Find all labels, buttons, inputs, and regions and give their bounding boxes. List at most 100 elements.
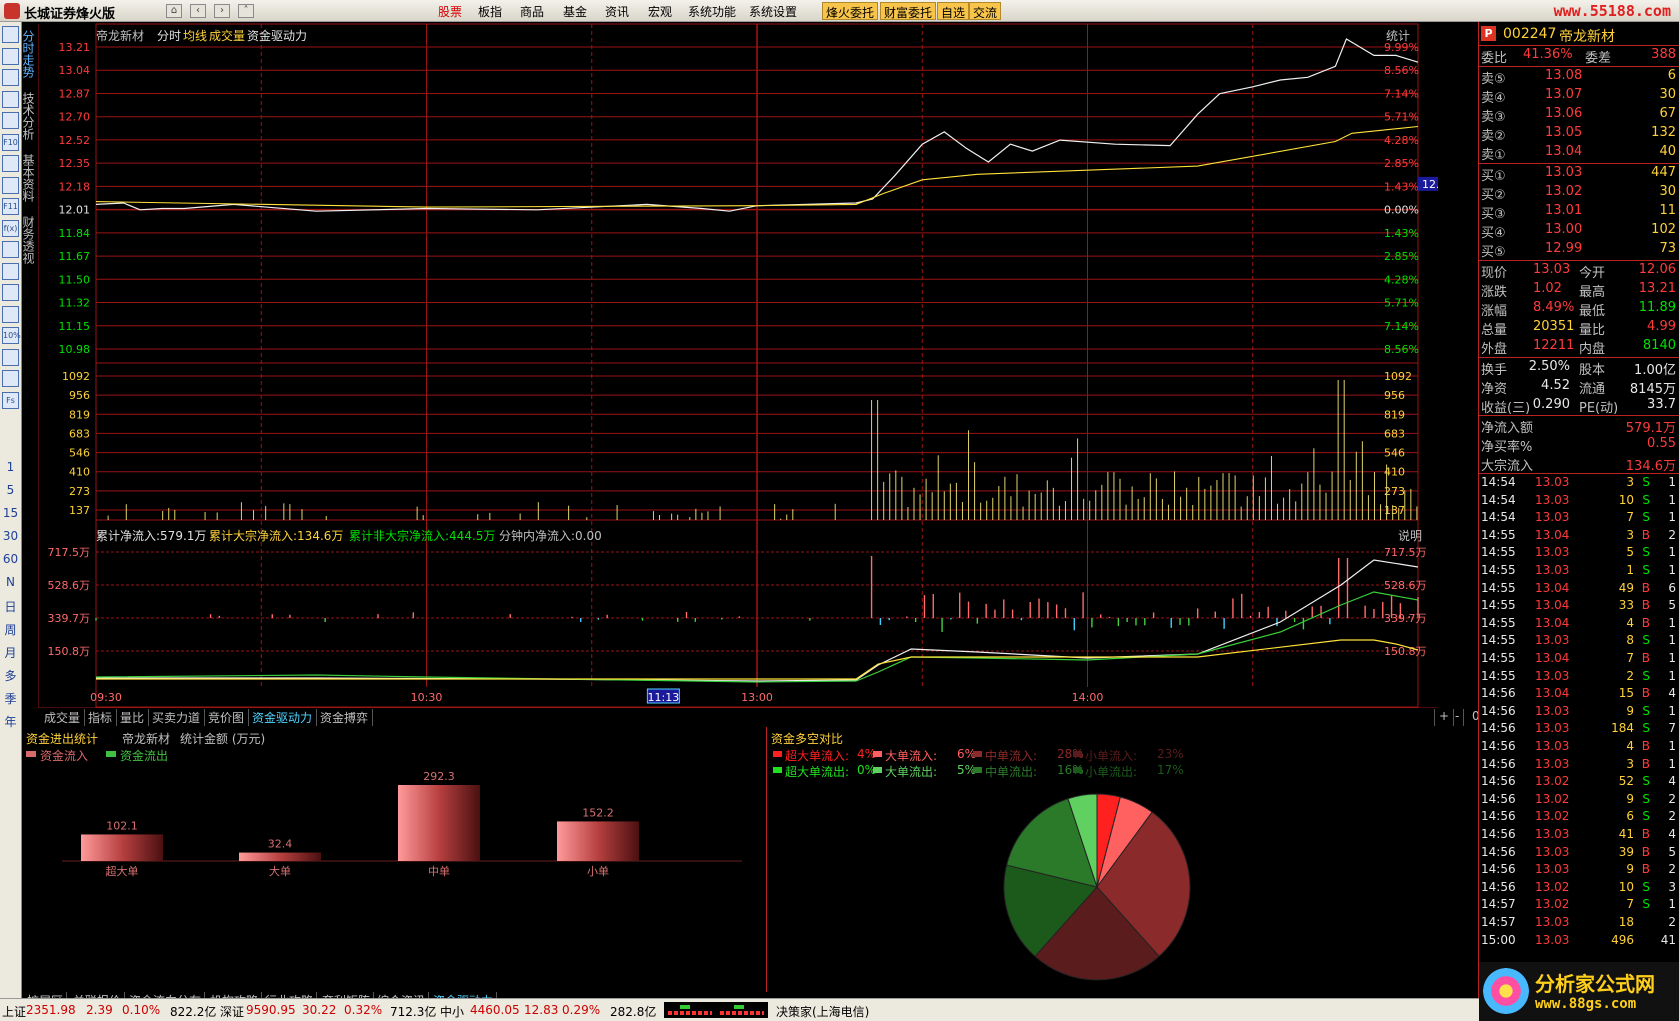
bid-price: 13.03 <box>1545 165 1583 180</box>
pie-legend-label: 小单流入: <box>1085 749 1138 763</box>
table-icon[interactable] <box>2 112 19 129</box>
up-icon[interactable]: ˄ <box>238 4 254 18</box>
flow-label: 大宗流入 <box>1481 459 1534 474</box>
back-icon[interactable]: ‹ <box>190 4 206 18</box>
fenghuo-order-button[interactable]: 烽火委托 <box>822 2 879 20</box>
compare-icon[interactable] <box>2 284 19 301</box>
tab-technical[interactable]: 技术分析 <box>21 92 37 140</box>
stat-label: 股本 <box>1579 363 1606 378</box>
tab-volume[interactable]: 成交量 <box>40 709 86 726</box>
menu-news[interactable]: 资讯 <box>605 3 629 20</box>
tick-count: 1 <box>1668 492 1676 507</box>
tick-price: 13.03 <box>1535 492 1570 507</box>
tab-buy-sell-force[interactable]: 买卖力道 <box>148 709 206 726</box>
vol-tick: 273 <box>1384 485 1405 498</box>
tab-fundamentals[interactable]: 基本资料 <box>21 154 37 202</box>
tab-volume-ratio[interactable]: 量比 <box>116 709 150 726</box>
menu-macro[interactable]: 宏观 <box>648 3 672 20</box>
bar-value-label: 152.2 <box>582 806 614 819</box>
intraday-chart-area: 13.21 9.99% 13.04 8.56% 12.87 7.14% 12.70 5.71%… <box>37 22 1460 722</box>
grid-icon[interactable] <box>2 47 19 65</box>
pen-icon[interactable] <box>2 370 19 387</box>
price-tick: 13.21 <box>59 41 91 54</box>
tick-time: 14:54 <box>1481 510 1516 525</box>
tick-side: S <box>1642 668 1650 683</box>
tab-auction[interactable]: 竞价图 <box>204 709 250 726</box>
f10-icon[interactable]: F10 <box>2 133 19 151</box>
pie-legend-swatch <box>1073 751 1082 757</box>
bid-row: 买③ 13.01 11 <box>1479 202 1679 222</box>
price-tick: 12.87 <box>59 87 91 100</box>
stat-value: 4.52 <box>1541 378 1570 393</box>
percent-icon[interactable]: 10% <box>2 327 21 344</box>
flow-help-button[interactable]: 说明 <box>1398 527 1422 544</box>
exchange-button[interactable]: 交流 <box>969 2 1002 20</box>
vol-tick: 1092 <box>1384 370 1412 383</box>
fx-icon[interactable]: f(x) <box>2 219 19 237</box>
price-tick: 12.35 <box>59 157 91 170</box>
period-button[interactable]: 周 <box>0 621 21 638</box>
menu-system-functions[interactable]: 系统功能 <box>688 3 736 20</box>
menu-stock[interactable]: 股票 <box>438 3 462 20</box>
menu-fund[interactable]: 基金 <box>563 3 587 20</box>
period-button[interactable]: 月 <box>0 644 21 661</box>
chart-stat-button[interactable]: 统计 <box>1386 27 1410 44</box>
zx-index[interactable]: 4460.05 <box>470 1003 520 1017</box>
tick-time: 14:55 <box>1481 668 1516 683</box>
menu-system-settings[interactable]: 系统设置 <box>749 3 797 20</box>
vol-tick: 819 <box>69 408 90 421</box>
bid-volume: 102 <box>1651 222 1676 237</box>
chart-stock-name: 帝龙新材 <box>96 29 145 43</box>
period-button[interactable]: 1 <box>0 460 21 474</box>
period-button[interactable]: 日 <box>0 598 21 615</box>
plus-icon[interactable] <box>2 348 19 366</box>
sh-index[interactable]: 2351.98 <box>26 1003 76 1017</box>
kline-icon[interactable] <box>2 305 19 323</box>
f11-icon[interactable]: F11 <box>2 198 19 215</box>
tick-side: S <box>1642 545 1650 560</box>
sz-index[interactable]: 9590.95 <box>246 1003 296 1017</box>
tick-count: 7 <box>1668 721 1676 736</box>
stock-list-icon[interactable] <box>2 26 19 43</box>
forward-icon[interactable]: › <box>214 4 230 18</box>
tick-price: 13.03 <box>1535 756 1570 771</box>
flow-row: 大宗流入 134.6万 <box>1479 454 1679 474</box>
trend-icon[interactable] <box>2 262 19 280</box>
period-button[interactable]: 季 <box>0 690 21 707</box>
menu-index[interactable]: 板指 <box>478 3 502 20</box>
period-button[interactable]: N <box>0 575 21 589</box>
pie-legend-swatch <box>973 767 982 773</box>
home-icon[interactable]: ⌂ <box>166 4 182 18</box>
tab-capital-driver[interactable]: 资金驱动力 <box>248 709 318 726</box>
period-button[interactable]: 15 <box>0 506 21 520</box>
period-button[interactable]: 5 <box>0 483 21 497</box>
flow-tick: 150.8万 <box>48 645 91 658</box>
line-chart-icon[interactable] <box>2 69 19 86</box>
watchlist-button[interactable]: 自选 <box>937 2 970 20</box>
tick-side: S <box>1642 791 1650 806</box>
tick-volume: 18 <box>1618 915 1634 929</box>
vol-tick: 956 <box>69 389 90 402</box>
tab-indicator[interactable]: 指标 <box>84 709 118 726</box>
stat-label: 最低 <box>1579 304 1606 319</box>
intraday-chart[interactable]: 13.21 9.99%13.04 8.56%12.87 7.14%12.70 5.71%… <box>37 22 1460 709</box>
period-button[interactable]: 30 <box>0 529 21 543</box>
zoom-out-button[interactable]: - <box>1451 709 1465 726</box>
tick-row: 14:54 13.03 3 S 1 <box>1479 474 1679 493</box>
tab-intraday[interactable]: 分时走势 <box>21 30 37 78</box>
menu-commodity[interactable]: 商品 <box>520 3 544 20</box>
tick-row: 14:56 13.03 184 S 7 <box>1479 720 1679 739</box>
caifu-order-button[interactable]: 财富委托 <box>880 2 937 20</box>
tick-count: 1 <box>1668 510 1676 525</box>
search-icon[interactable] <box>2 241 19 258</box>
bar-chart-icon[interactable] <box>2 90 19 108</box>
period-button[interactable]: 年 <box>0 713 21 730</box>
tab-financials[interactable]: 财务透视 <box>21 216 37 264</box>
period-button[interactable]: 60 <box>0 552 21 566</box>
report-icon[interactable] <box>2 176 19 194</box>
period-button[interactable]: 多 <box>0 667 21 684</box>
tab-capital-game[interactable]: 资金搏弈 <box>316 709 374 726</box>
fs-icon[interactable]: Fs <box>2 391 19 409</box>
stat-value: 8.49% <box>1533 300 1575 315</box>
doc-icon[interactable] <box>2 155 19 172</box>
